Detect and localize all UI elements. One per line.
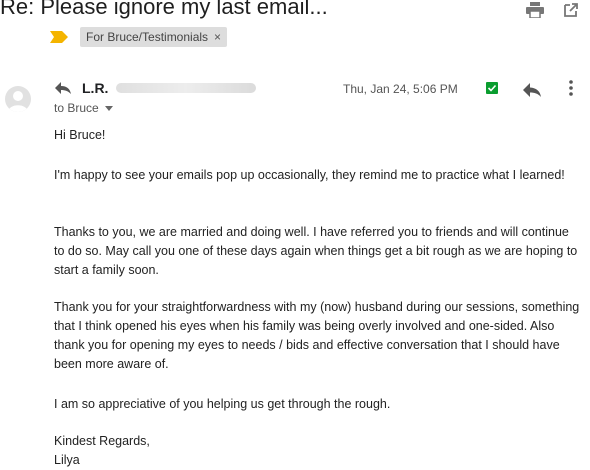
print-icon[interactable]: [525, 0, 545, 20]
email-paragraph-3: Thank you for your straightforwardness w…: [54, 300, 580, 371]
label-chip-text: For Bruce/Testimonials: [86, 30, 209, 44]
more-vert-icon: [569, 80, 573, 96]
email-paragraph-1: I'm happy to see your emails pop up occa…: [54, 168, 565, 182]
sender-name[interactable]: L.R.: [82, 80, 108, 96]
email-date: Thu, Jan 24, 5:06 PM: [343, 82, 458, 96]
more-options-button[interactable]: [566, 79, 576, 97]
open-in-new-window-icon[interactable]: [561, 0, 581, 20]
email-paragraph-2: Thanks to you, we are married and doing …: [54, 225, 578, 277]
sender-row: L.R.: [54, 80, 257, 96]
label-arrow-icon: [50, 30, 70, 44]
checkbox-checked-icon[interactable]: [486, 82, 498, 94]
email-signature: Lilya: [54, 453, 80, 467]
label-chip[interactable]: For Bruce/Testimonials ×: [80, 27, 228, 47]
chevron-down-icon: [104, 105, 113, 111]
email-closing: Kindest Regards,: [54, 434, 150, 448]
avatar-icon[interactable]: [5, 86, 31, 112]
remove-label-icon[interactable]: ×: [214, 30, 221, 44]
reply-icon: [523, 83, 541, 97]
redacted-sender-email: [116, 83, 257, 93]
to-recipient-text: to Bruce: [54, 101, 99, 115]
email-subject: Re: Please ignore my last email...: [0, 0, 328, 19]
reply-icon: [54, 81, 72, 95]
email-paragraph-4: I am so appreciative of you helping us g…: [54, 397, 391, 411]
recipient-details-toggle[interactable]: to Bruce: [54, 101, 113, 115]
email-greeting: Hi Bruce!: [54, 128, 106, 142]
label-row: For Bruce/Testimonials ×: [50, 27, 228, 47]
reply-button[interactable]: [522, 82, 542, 98]
